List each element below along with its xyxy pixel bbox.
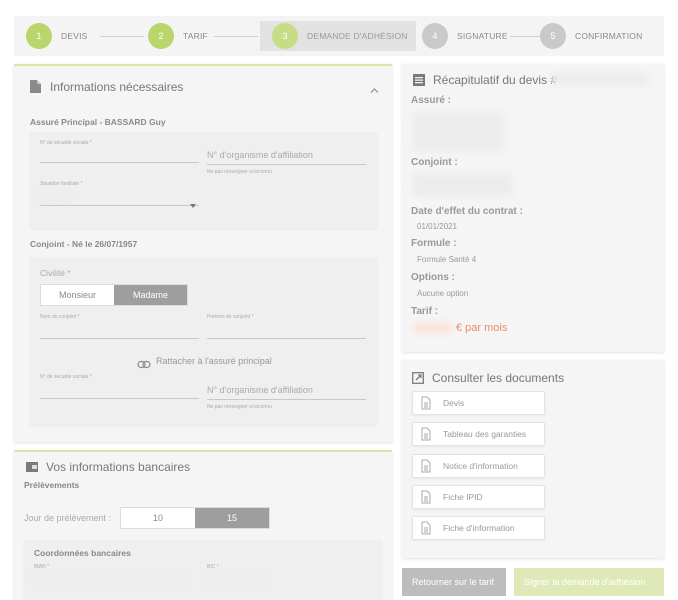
step-label: DEVIS (61, 31, 88, 41)
tarif-amount-redacted (414, 322, 452, 334)
nss2-field[interactable] (40, 398, 199, 399)
organisme-hint: Ne pas renseigner si inconnu (207, 169, 272, 175)
bank-title: Vos informations bancaires (46, 460, 191, 474)
organisme2-hint: Ne pas renseigner si inconnu (207, 404, 272, 410)
organisme2-field-line (207, 399, 366, 400)
step-label: DEMANDE D'ADHÉSION (307, 31, 408, 41)
civilite-monsieur[interactable]: Monsieur (41, 285, 114, 305)
bic-value-redacted (207, 574, 267, 582)
retour-tarif-button[interactable]: Retourner sur le tarif (402, 568, 506, 596)
step-number: 1 (26, 23, 52, 49)
conjoint-heading: Conjoint - Né le 26/07/1957 (30, 239, 138, 249)
doc-tableau-garanties-button[interactable]: Tableau des garanties (412, 422, 545, 446)
file-icon (413, 459, 439, 473)
formule-label: Formule : (411, 238, 457, 249)
date-effet-label: Date d'effet du contrat : (411, 206, 523, 217)
situation-label: Situation familiale * (40, 181, 83, 187)
step-connector (214, 36, 258, 37)
file-icon (413, 427, 439, 441)
jour-label: Jour de prélèvement : (24, 513, 112, 523)
civilite-madame[interactable]: Madame (114, 285, 187, 305)
organisme2-field[interactable]: N° d'organisme d'affiliation (207, 385, 313, 395)
step-tarif[interactable]: 2 TARIF (148, 21, 208, 51)
recap-assure-label: Assuré : (411, 95, 452, 106)
nss-field[interactable] (40, 162, 199, 163)
organisme-field[interactable]: N° d'organisme d'affiliation (207, 150, 313, 160)
step-devis[interactable]: 1 DEVIS (26, 21, 88, 51)
step-number: 3 (272, 23, 298, 49)
doc-fiche-information-button[interactable]: Fiche d'information (412, 516, 545, 540)
prenom-field[interactable] (207, 338, 366, 339)
chevron-up-icon[interactable] (370, 81, 379, 99)
external-link-icon (412, 371, 424, 389)
nom-label: Nom du conjoint * (40, 314, 80, 320)
situation-value-redacted (42, 193, 70, 200)
signer-adhesion-button[interactable]: Signer la demande d'adhésion (514, 568, 664, 596)
options-value: Aucune option (417, 289, 469, 298)
jour-option-10[interactable]: 10 (121, 508, 195, 528)
progress-stepper: 1 DEVIS 2 TARIF 3 DEMANDE D'ADHÉSION 4 S… (14, 16, 664, 56)
tarif-suffix: € par mois (456, 322, 508, 334)
bic-label: BIC * (207, 564, 219, 570)
assure-principal-section (30, 132, 377, 228)
file-icon (413, 396, 439, 410)
doc-fiche-ipid-button[interactable]: Fiche IPID (412, 485, 545, 509)
step-label: SIGNATURE (457, 31, 508, 41)
informations-title: Informations nécessaires (50, 80, 184, 94)
doc-label: Devis (443, 398, 465, 408)
step-signature: 4 SIGNATURE (422, 21, 508, 51)
conjoint-info-redacted (413, 174, 513, 196)
link-icon (137, 356, 151, 374)
doc-notice-button[interactable]: Notice d'information (412, 454, 545, 478)
doc-label: Tableau des garanties (443, 429, 527, 439)
wallet-icon (26, 460, 38, 478)
nom-field[interactable] (40, 338, 199, 339)
tarif-label: Tarif : (411, 306, 439, 317)
step-connector (510, 36, 540, 37)
list-icon (413, 73, 425, 91)
documents-title: Consulter les documents (432, 371, 565, 385)
date-effet-value: 01/01/2021 (417, 222, 458, 231)
options-label: Options : (411, 272, 455, 283)
assure-info-redacted (413, 112, 503, 152)
step-demande-adhesion: 3 DEMANDE D'ADHÉSION (260, 21, 416, 51)
step-number: 2 (148, 23, 174, 49)
recap-title: Récapitulatif du devis # (433, 73, 558, 87)
doc-label: Notice d'information (443, 461, 518, 471)
step-label: TARIF (183, 31, 208, 41)
jour-toggle: 10 15 (120, 507, 270, 529)
recap-conjoint-label: Conjoint : (411, 157, 458, 168)
prenom-label: Prénom du conjoint * (207, 314, 254, 320)
coord-heading: Coordonnées bancaires (34, 548, 131, 558)
file-icon (413, 521, 439, 535)
organisme-field-line (207, 164, 366, 165)
formule-value: Formule Santé 4 (417, 255, 477, 264)
doc-devis-button[interactable]: Devis (412, 391, 545, 415)
file-icon (413, 490, 439, 504)
step-label: CONFIRMATION (575, 31, 643, 41)
step-number: 5 (540, 23, 566, 49)
doc-label: Fiche d'information (443, 523, 515, 533)
assure-principal-heading: Assuré Principal - BASSARD Guy (30, 117, 166, 127)
nss-label: N° de sécurité sociale * (40, 140, 92, 146)
devis-number-redacted (552, 73, 648, 85)
jour-option-15[interactable]: 15 (195, 508, 269, 528)
civilite-label: Civilité * (40, 268, 71, 278)
nss2-label: N° de sécurité sociale * (40, 374, 92, 380)
dropdown-arrow-icon (190, 195, 196, 213)
step-confirmation: 5 CONFIRMATION (540, 21, 642, 51)
situation-select[interactable] (40, 205, 199, 206)
step-connector (100, 36, 144, 37)
iban-label: IBAN * (34, 564, 50, 570)
step-number: 4 (422, 23, 448, 49)
doc-label: Fiche IPID (443, 492, 483, 502)
document-icon (30, 80, 41, 98)
civilite-toggle: Monsieur Madame (40, 284, 188, 306)
rattacher-link[interactable]: Rattacher à l'assuré principal (156, 356, 272, 366)
iban-value-redacted (34, 574, 184, 582)
prelevements-heading: Prélèvements (24, 480, 80, 490)
